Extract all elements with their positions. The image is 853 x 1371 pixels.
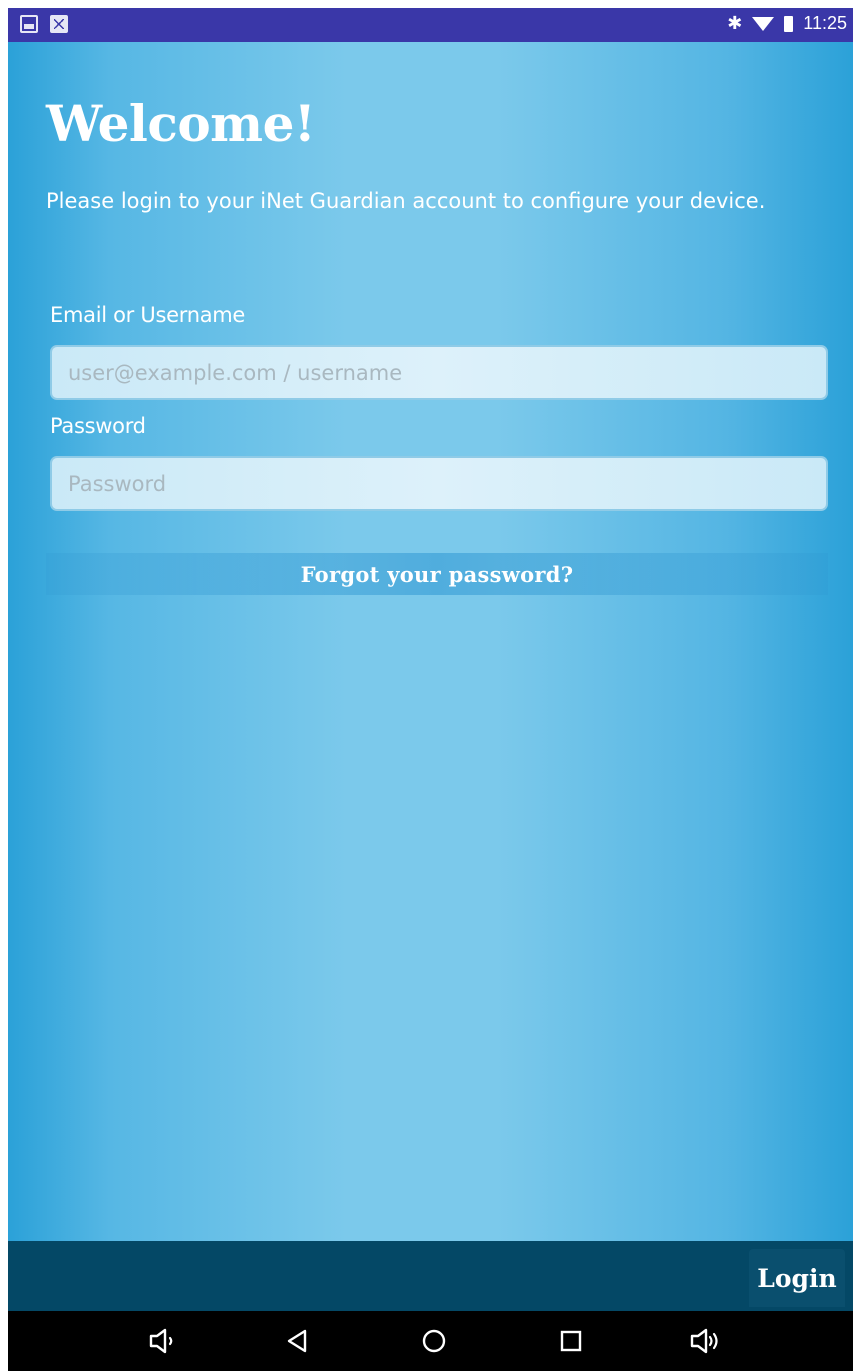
password-label: Password <box>50 414 146 438</box>
page-title: Welcome! <box>46 94 316 153</box>
navigation-bar <box>8 1311 853 1371</box>
notification-icons <box>20 15 68 33</box>
forgot-password-label: Forgot your password? <box>300 561 574 587</box>
email-label: Email or Username <box>50 303 246 327</box>
wifi-icon <box>752 16 775 31</box>
system-icons: ✱ 11:25 <box>727 13 847 34</box>
volume-down-icon[interactable] <box>143 1321 183 1361</box>
recents-icon[interactable] <box>551 1321 591 1361</box>
page-subtitle: Please login to your iNet Guardian accou… <box>46 189 766 213</box>
footer-bar: Login <box>8 1241 853 1311</box>
gmail-icon <box>50 15 68 33</box>
app-frame: ✱ 11:25 Welcome! Please login to your iN… <box>8 8 853 1371</box>
battery-icon <box>784 15 794 32</box>
login-button-label: Login <box>757 1263 837 1293</box>
home-icon[interactable] <box>414 1321 454 1361</box>
login-screen: Welcome! Please login to your iNet Guard… <box>8 42 853 1241</box>
back-icon[interactable] <box>278 1321 318 1361</box>
status-time: 11:25 <box>803 13 847 33</box>
volume-up-icon[interactable] <box>686 1321 726 1361</box>
status-bar: ✱ 11:25 <box>8 8 853 42</box>
login-button[interactable]: Login <box>749 1249 845 1307</box>
image-icon <box>20 15 38 33</box>
bluetooth-icon: ✱ <box>727 13 743 33</box>
email-field[interactable] <box>50 345 828 400</box>
forgot-password-link[interactable]: Forgot your password? <box>46 553 828 595</box>
password-field[interactable] <box>50 456 828 511</box>
